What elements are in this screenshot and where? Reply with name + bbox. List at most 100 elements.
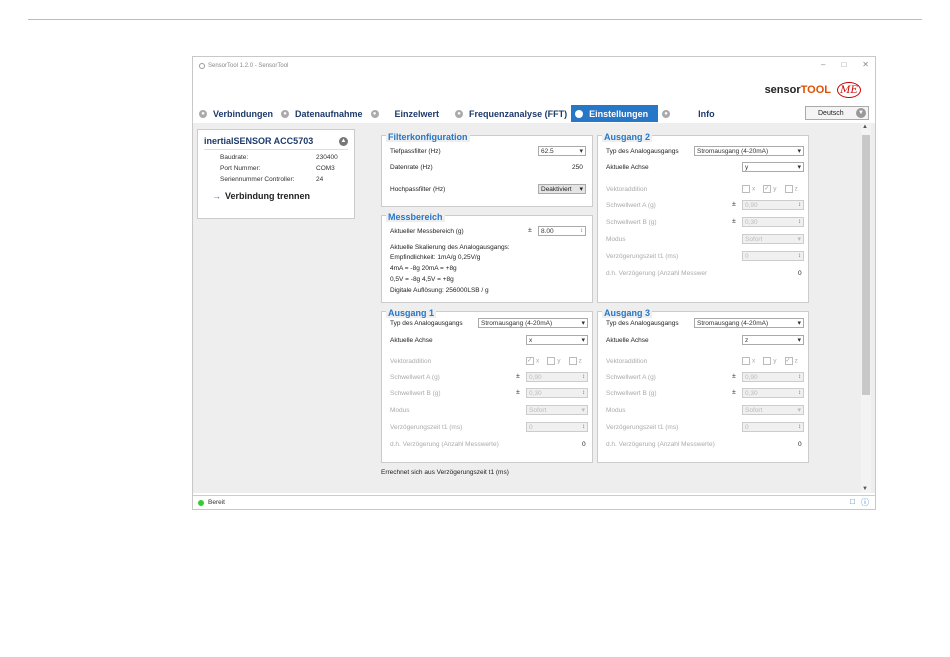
type-value: Stromausgang (4-20mA)	[697, 319, 769, 327]
main-content: inertialSENSOR ACC5703 ▲ Baudrate: 230400 …	[193, 123, 875, 493]
delay-value: 0	[529, 423, 533, 431]
output1-panel: Ausgang 1 Typ des Analogausgangs Stromau…	[381, 308, 593, 463]
swa-spinner[interactable]: 0,90	[742, 200, 804, 210]
tab-fft[interactable]: ● Frequenzanalyse (FFT)	[451, 105, 571, 122]
disconnect-link[interactable]: → Verbindung trennen	[212, 191, 354, 201]
maximize-button[interactable]: □	[841, 60, 846, 69]
checkbox-z[interactable]: z	[785, 357, 798, 365]
mode-value: Sofort	[529, 406, 547, 414]
plusminus: ±	[732, 389, 736, 396]
type-label: Typ des Analogausgangs	[606, 320, 679, 327]
close-button[interactable]: ✕	[862, 60, 869, 69]
checkbox-x[interactable]: x	[742, 185, 755, 193]
checkbox-y[interactable]: y	[763, 185, 776, 193]
title-bar: SensorTool 1.2.0 - SensorTool	[193, 57, 875, 75]
checkbox-x[interactable]: x	[526, 357, 539, 365]
output3-panel: Ausgang 3 Typ des Analogausgangs Stromau…	[597, 308, 809, 463]
scaling-line: Empfindlichkeit: 1mA/g 0,25V/g	[390, 254, 481, 261]
scaling-line: Aktuelle Skalierung des Analogausgangs:	[390, 244, 510, 251]
tab-label: Frequenzanalyse (FFT)	[469, 108, 568, 119]
plusminus: ±	[732, 373, 736, 380]
status-text: Bereit	[208, 499, 225, 506]
highpass-label: Hochpassfilter (Hz)	[390, 186, 446, 193]
mode-label: Modus	[606, 236, 626, 243]
axis-select[interactable]: z	[742, 335, 804, 345]
tab-label: Verbindungen	[213, 108, 274, 119]
swb-spinner[interactable]: 0,30	[742, 388, 804, 398]
checkbox-z[interactable]: z	[569, 357, 582, 365]
info-value: COM3	[316, 165, 335, 172]
minimize-button[interactable]: –	[821, 60, 825, 69]
info-key: Baudrate:	[220, 154, 249, 161]
mode-select[interactable]: Sofort	[742, 405, 804, 415]
checkbox-y[interactable]: y	[547, 357, 560, 365]
delay-value: 0	[745, 423, 749, 431]
mode-select[interactable]: Sofort	[742, 234, 804, 244]
tab-einzelwert[interactable]: ● Einzelwert	[367, 105, 444, 122]
dh-label: d.h. Verzögerung (Anzahl Messwerte)	[390, 441, 499, 448]
logo-tool: TOOL	[800, 84, 831, 96]
swa-value: 0,90	[745, 373, 758, 381]
vector-checkboxes: xy z	[526, 357, 582, 365]
datarate-label: Datenrate (Hz)	[390, 164, 433, 171]
language-select[interactable]: Deutsch ▼	[805, 106, 869, 120]
panel-title: Ausgang 1	[386, 308, 437, 318]
log-icon[interactable]: □	[850, 497, 855, 508]
highpass-select[interactable]: Deaktiviert	[538, 184, 586, 194]
delay-label: Verzögerungszeit t1 (ms)	[390, 424, 463, 431]
me-logo: ME	[837, 82, 861, 98]
tab-datenaufnahme[interactable]: ● Datenaufnahme	[277, 105, 367, 122]
scroll-down-icon[interactable]: ▼	[862, 486, 868, 492]
checkbox-z[interactable]: z	[785, 185, 798, 193]
plusminus: ±	[516, 389, 520, 396]
checkbox-x[interactable]: x	[742, 357, 755, 365]
dh-label: d.h. Verzögerung (Anzahl Messwerte)	[606, 441, 715, 448]
scroll-thumb[interactable]	[862, 135, 870, 395]
connection-header: inertialSENSOR ACC5703 ▲	[204, 136, 348, 150]
dh-label: d.h. Verzögerung (Anzahl Messwer	[606, 270, 708, 277]
axis-select[interactable]: x	[526, 335, 588, 345]
info-value: 230400	[316, 154, 338, 161]
collapse-icon[interactable]: ▲	[339, 136, 348, 146]
swb-spinner[interactable]: 0,30	[742, 217, 804, 227]
axis-label: Aktuelle Achse	[390, 337, 433, 344]
axis-value: x	[529, 336, 533, 344]
swa-spinner[interactable]: 0,90	[742, 372, 804, 382]
mode-label: Modus	[606, 407, 626, 414]
dh-value: 0	[798, 270, 802, 277]
delay-label: Verzögerungszeit t1 (ms)	[606, 253, 679, 260]
disconnect-label: Verbindung trennen	[225, 191, 311, 201]
range-label: Aktueller Messbereich (g)	[390, 228, 464, 235]
info-row: Port Nummer: COM3	[220, 165, 354, 172]
swa-label: Schwellwert A (g)	[390, 374, 440, 381]
axis-select[interactable]: y	[742, 162, 804, 172]
delay-spinner[interactable]: 0	[526, 422, 588, 432]
swb-value: 0,30	[529, 389, 542, 397]
tab-verbindungen[interactable]: ● Verbindungen	[195, 105, 277, 122]
vector-checkboxes: xy z	[742, 357, 798, 365]
delay-spinner[interactable]: 0	[742, 422, 804, 432]
tab-info[interactable]: ● Info	[658, 105, 744, 122]
info-value: 24	[316, 176, 324, 183]
scaling-line: 4mA = -8g 20mA = +8g	[390, 265, 457, 272]
tab-label: Datenaufnahme	[295, 108, 363, 119]
swa-spinner[interactable]: 0,90	[526, 372, 588, 382]
type-select[interactable]: Stromausgang (4-20mA)	[694, 146, 804, 156]
vertical-scrollbar[interactable]: ▲ ▼	[861, 123, 871, 493]
swa-label: Schwellwert A (g)	[606, 202, 656, 209]
range-spinner[interactable]: 8.00	[538, 226, 586, 236]
type-select[interactable]: Stromausgang (4-20mA)	[478, 318, 588, 328]
delay-spinner[interactable]: 0	[742, 251, 804, 261]
vector-label: Vektoraddition	[390, 358, 432, 365]
mode-select[interactable]: Sofort	[526, 405, 588, 415]
scroll-up-icon[interactable]: ▲	[862, 124, 868, 130]
lowpass-select[interactable]: 62.5	[538, 146, 586, 156]
type-select[interactable]: Stromausgang (4-20mA)	[694, 318, 804, 328]
swb-spinner[interactable]: 0,30	[526, 388, 588, 398]
datarate-value: 250	[572, 164, 583, 171]
info-icon[interactable]: ⓘ	[861, 497, 869, 508]
connection-panel: inertialSENSOR ACC5703 ▲ Baudrate: 230400 …	[197, 129, 355, 219]
vector-checkboxes: xy z	[742, 185, 798, 193]
tab-einstellungen[interactable]: Einstellungen	[571, 105, 659, 122]
checkbox-y[interactable]: y	[763, 357, 776, 365]
